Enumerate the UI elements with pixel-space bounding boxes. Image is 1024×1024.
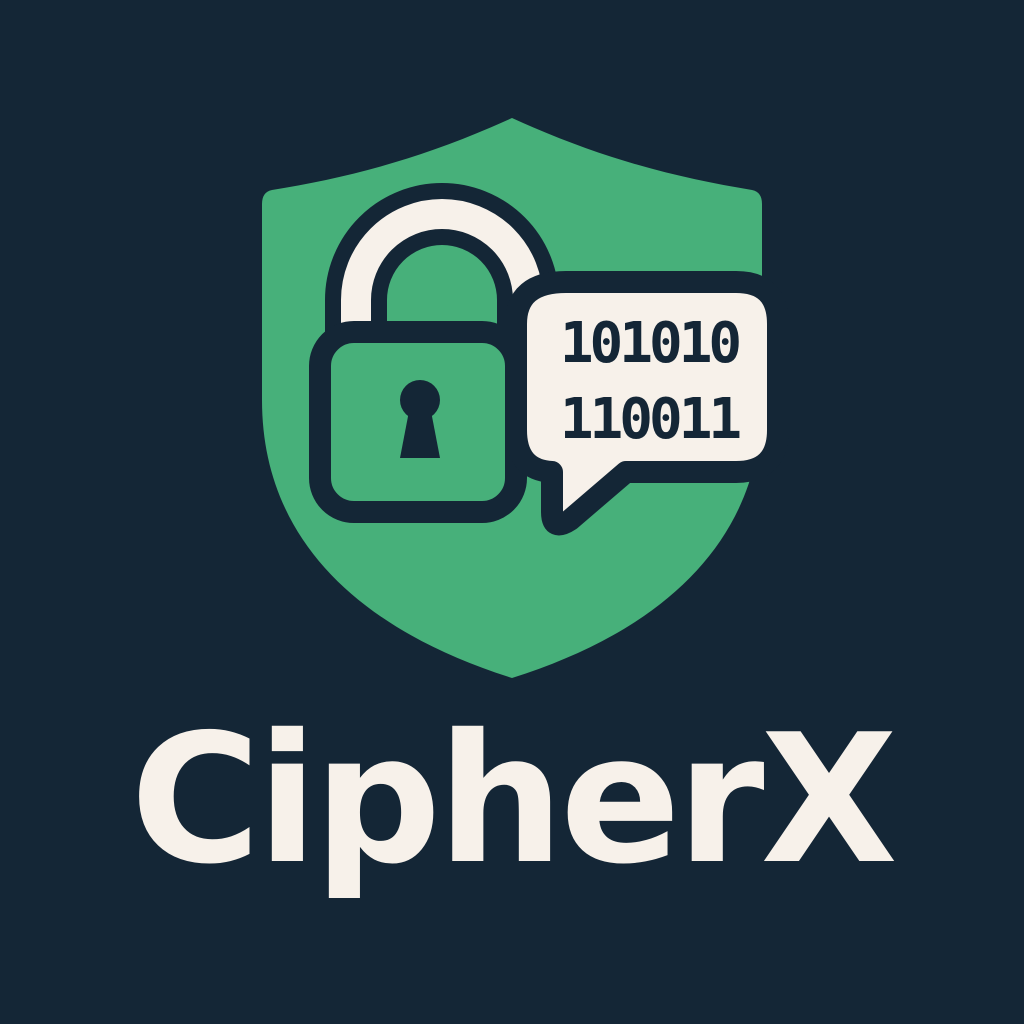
binary-line-1: 101010 xyxy=(560,311,740,376)
brand-name: CipherX xyxy=(130,696,898,903)
logo-canvas: { "brand": { "name": "CipherX" }, "emble… xyxy=(0,0,1024,1024)
binary-line-2: 110011 xyxy=(560,387,741,452)
